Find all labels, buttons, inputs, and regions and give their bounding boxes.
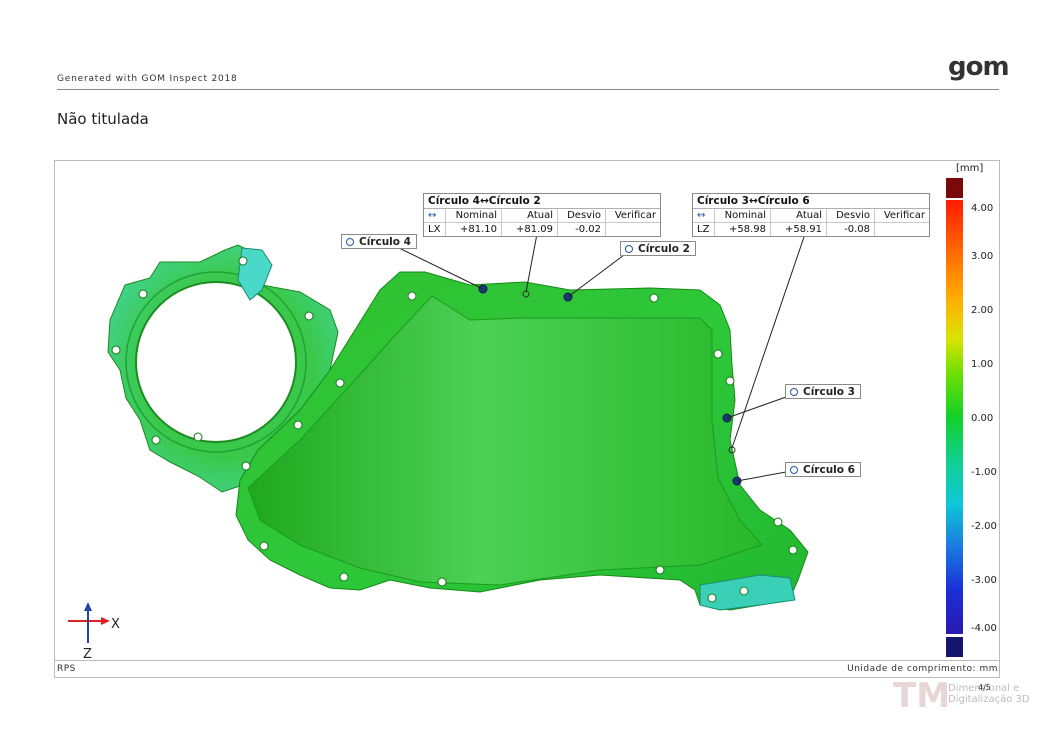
watermark-line: Digitalização 3D bbox=[948, 694, 1030, 705]
scale-overflow-min bbox=[946, 637, 963, 657]
table-title: Círculo 3↔Círculo 6 bbox=[693, 194, 929, 209]
col-desvio: Desvio bbox=[558, 209, 606, 222]
cell-atual: +58.91 bbox=[771, 223, 827, 236]
cell-verificar bbox=[875, 223, 929, 236]
cell-desvio: -0.02 bbox=[558, 223, 606, 236]
alignment-label: RPS bbox=[57, 664, 76, 674]
scale-tick: -2.00 bbox=[971, 521, 997, 532]
col-verificar: Verificar bbox=[614, 210, 656, 221]
label-text: Círculo 3 bbox=[803, 386, 855, 398]
circle-icon bbox=[346, 238, 354, 246]
circle-icon bbox=[790, 466, 798, 474]
table-header-row: ↔ Nominal Atual Desvio Verificar bbox=[424, 209, 660, 223]
cell-verificar bbox=[606, 223, 660, 236]
scale-tick: -1.00 bbox=[971, 467, 997, 478]
page-number: 4/5 bbox=[978, 683, 991, 692]
part-deviation-model[interactable] bbox=[0, 0, 1060, 749]
label-circulo-3[interactable]: Círculo 3 bbox=[785, 384, 861, 399]
viewport-footer-divider bbox=[54, 660, 1000, 661]
scale-tick: 2.00 bbox=[971, 305, 994, 316]
axis-triad bbox=[68, 602, 110, 643]
col-atual: Atual bbox=[771, 209, 827, 222]
measurement-table-c3-c6: Círculo 3↔Círculo 6 ↔ Nominal Atual Desv… bbox=[692, 193, 930, 237]
label-circulo-2[interactable]: Círculo 2 bbox=[620, 241, 696, 256]
length-unit-label: Unidade de comprimento: mm bbox=[847, 664, 998, 674]
label-circulo-4[interactable]: Círculo 4 bbox=[341, 234, 417, 249]
col-desvio: Desvio bbox=[827, 209, 875, 222]
circle-icon bbox=[625, 245, 633, 253]
scale-tick: 1.00 bbox=[971, 359, 994, 370]
table-row: LZ +58.98 +58.91 -0.08 bbox=[693, 223, 929, 236]
label-text: Círculo 2 bbox=[638, 243, 690, 255]
label-text: Círculo 6 bbox=[803, 464, 855, 476]
scale-unit: [mm] bbox=[956, 163, 984, 174]
cell-axis: LZ bbox=[693, 223, 715, 236]
distance-arrow-icon: ↔ bbox=[693, 209, 715, 222]
scale-tick: -4.00 bbox=[971, 623, 997, 634]
cell-atual: +81.09 bbox=[502, 223, 558, 236]
cell-nominal: +81.10 bbox=[446, 223, 502, 236]
scale-tick: 0.00 bbox=[971, 413, 994, 424]
axis-x-label: X bbox=[111, 617, 120, 632]
table-header-row: ↔ Nominal Atual Desvio Verificar bbox=[693, 209, 929, 223]
cell-nominal: +58.98 bbox=[715, 223, 771, 236]
scale-tick: 3.00 bbox=[971, 251, 994, 262]
distance-arrow-icon: ↔ bbox=[424, 209, 446, 222]
cell-desvio: -0.08 bbox=[827, 223, 875, 236]
col-nominal: Nominal bbox=[446, 209, 502, 222]
deviation-color-scale bbox=[946, 200, 963, 634]
label-text: Círculo 4 bbox=[359, 236, 411, 248]
ring-opening bbox=[135, 281, 297, 443]
col-verificar: Verificar bbox=[883, 210, 925, 221]
watermark-logo: TM bbox=[893, 676, 951, 716]
scale-tick: 4.00 bbox=[971, 203, 994, 214]
label-circulo-6[interactable]: Círculo 6 bbox=[785, 462, 861, 477]
measurement-table-c4-c2: Círculo 4↔Círculo 2 ↔ Nominal Atual Desv… bbox=[423, 193, 661, 237]
table-title: Círculo 4↔Círculo 2 bbox=[424, 194, 660, 209]
col-nominal: Nominal bbox=[715, 209, 771, 222]
circle-icon bbox=[790, 388, 798, 396]
table-row: LX +81.10 +81.09 -0.02 bbox=[424, 223, 660, 236]
cell-axis: LX bbox=[424, 223, 446, 236]
scale-overflow-max bbox=[946, 178, 963, 198]
col-atual: Atual bbox=[502, 209, 558, 222]
scale-tick: -3.00 bbox=[971, 575, 997, 586]
